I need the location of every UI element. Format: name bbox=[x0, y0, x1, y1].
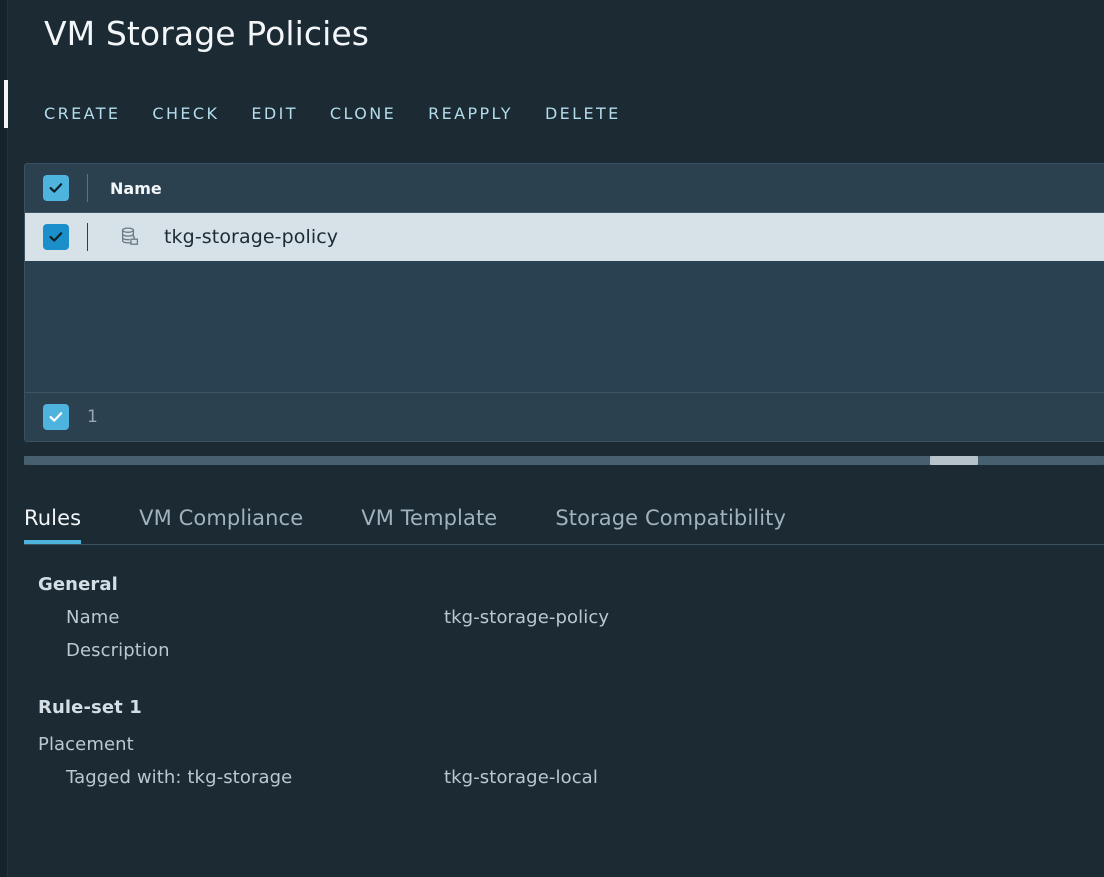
table-footer: 1 bbox=[25, 392, 1104, 441]
general-section-heading: General bbox=[38, 574, 1104, 595]
tabs-underline bbox=[24, 544, 1104, 545]
vm-storage-policies-page: VM Storage Policies CREATE CHECK EDIT CL… bbox=[0, 0, 1104, 877]
footer-select-all-checkbox[interactable] bbox=[43, 404, 69, 430]
detail-row-description: Description bbox=[24, 640, 1104, 661]
details-tabs: Rules VM Compliance VM Template Storage … bbox=[24, 488, 1104, 546]
left-rail bbox=[0, 0, 7, 877]
horizontal-scrollbar-track[interactable] bbox=[24, 456, 1104, 465]
left-rail-divider bbox=[7, 0, 8, 877]
ruleset-section-heading: Rule-set 1 bbox=[38, 697, 1104, 718]
footer-row-count: 1 bbox=[87, 407, 98, 427]
detail-value-name: tkg-storage-policy bbox=[444, 607, 609, 628]
delete-button[interactable]: DELETE bbox=[545, 98, 621, 130]
row-name-label: tkg-storage-policy bbox=[150, 226, 338, 248]
row-select-checkbox[interactable] bbox=[43, 224, 69, 250]
create-button[interactable]: CREATE bbox=[44, 98, 120, 130]
storage-policy-icon bbox=[88, 225, 150, 249]
detail-label-name: Name bbox=[24, 607, 444, 628]
horizontal-scrollbar-thumb[interactable] bbox=[930, 456, 978, 465]
check-button[interactable]: CHECK bbox=[152, 98, 219, 130]
storage-policies-table: Name bbox=[24, 163, 1104, 442]
section-spacer bbox=[24, 661, 1104, 683]
clone-button[interactable]: CLONE bbox=[330, 98, 396, 130]
detail-row-tagged-with: Tagged with: tkg-storage tkg-storage-loc… bbox=[24, 767, 1104, 788]
tab-storage-compatibility[interactable]: Storage Compatibility bbox=[555, 506, 786, 544]
detail-label-description: Description bbox=[24, 640, 444, 661]
detail-label-tagged-with: Tagged with: tkg-storage bbox=[24, 767, 444, 788]
action-toolbar: CREATE CHECK EDIT CLONE REAPPLY DELETE bbox=[44, 98, 621, 130]
tab-vm-template[interactable]: VM Template bbox=[361, 506, 497, 544]
panel-resize-handle[interactable] bbox=[4, 80, 8, 128]
detail-row-name: Name tkg-storage-policy bbox=[24, 607, 1104, 628]
header-checkbox-cell bbox=[25, 175, 87, 201]
tab-vm-compliance[interactable]: VM Compliance bbox=[139, 506, 303, 544]
table-row[interactable]: tkg-storage-policy bbox=[25, 213, 1104, 261]
tab-rules[interactable]: Rules bbox=[24, 506, 81, 544]
footer-checkbox-cell bbox=[25, 404, 87, 430]
table-header-row: Name bbox=[25, 164, 1104, 213]
edit-button[interactable]: EDIT bbox=[251, 98, 298, 130]
page-title: VM Storage Policies bbox=[44, 12, 369, 56]
row-checkbox-cell bbox=[25, 224, 87, 250]
rules-details-pane: General Name tkg-storage-policy Descript… bbox=[24, 560, 1104, 877]
placement-subheading: Placement bbox=[38, 734, 1104, 755]
select-all-checkbox[interactable] bbox=[43, 175, 69, 201]
detail-value-tagged-with: tkg-storage-local bbox=[444, 767, 598, 788]
table-empty-area bbox=[25, 261, 1104, 394]
reapply-button[interactable]: REAPPLY bbox=[428, 98, 513, 130]
column-header-name[interactable]: Name bbox=[88, 179, 162, 198]
